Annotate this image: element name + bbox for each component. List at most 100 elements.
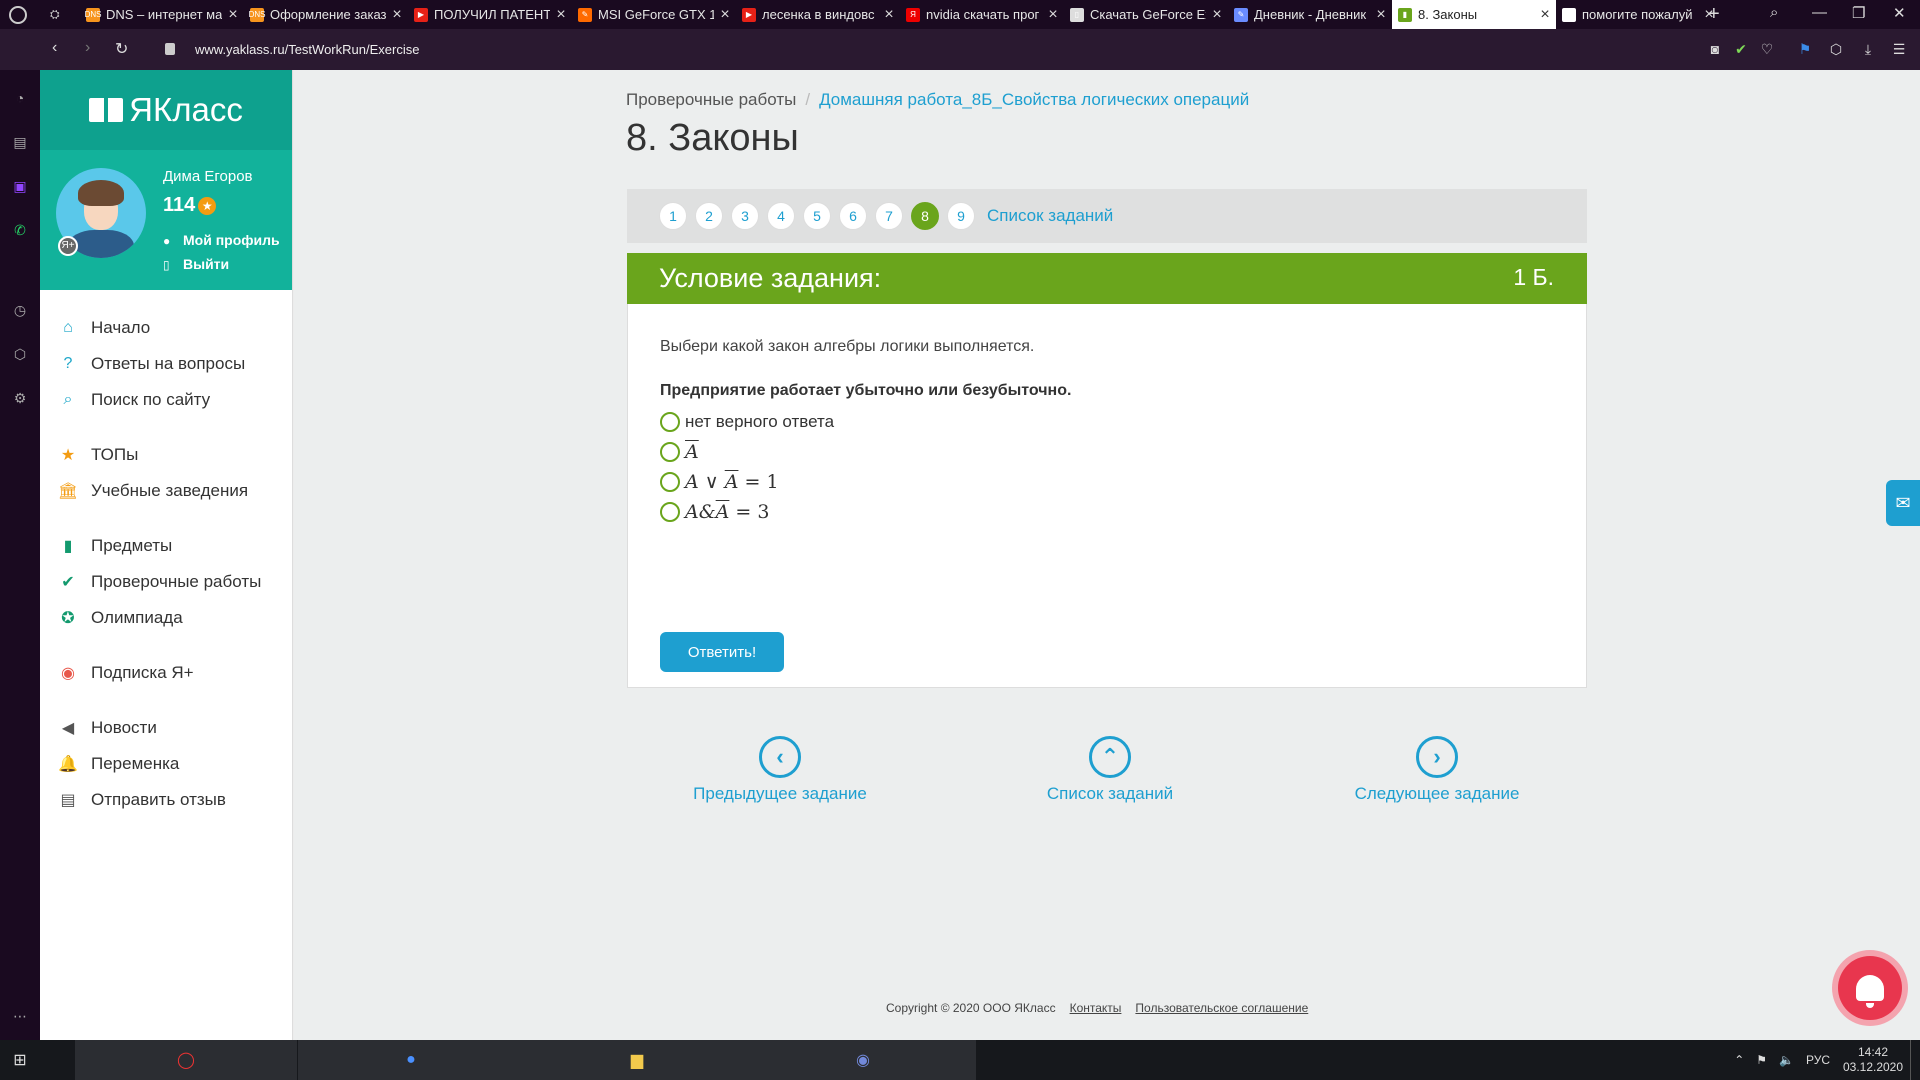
forward-icon[interactable]: › — [85, 39, 90, 57]
new-tab-button[interactable]: + — [1708, 3, 1720, 26]
shop-icon[interactable]: ▤ — [11, 134, 29, 152]
notification-bell-icon[interactable] — [1838, 956, 1902, 1020]
clock[interactable]: 14:42 03.12.2020 — [1842, 1045, 1904, 1075]
radio-button[interactable] — [660, 472, 680, 492]
radio-button[interactable] — [660, 502, 680, 522]
answer-option[interactable]: A ∨ A = 1 — [660, 471, 779, 493]
url-field[interactable]: www.yaklass.ru/TestWorkRun/Exercise — [195, 42, 419, 57]
twitch-icon[interactable]: ▣ — [11, 178, 29, 196]
radio-button[interactable] — [660, 442, 680, 462]
browser-tab[interactable]: Яnvidia скачать прог × — [900, 0, 1064, 29]
tab-close-icon[interactable]: × — [1042, 6, 1064, 24]
settings-icon[interactable]: ⚙ — [11, 390, 29, 408]
reload-icon[interactable]: ↻ — [115, 39, 128, 59]
page-number[interactable]: 5 — [803, 202, 831, 230]
logout-link[interactable]: ▯ Выйти — [163, 256, 229, 272]
contacts-link[interactable]: Контакты — [1070, 1001, 1122, 1015]
sidebar-item[interactable]: ◉ Подписка Я+ — [40, 655, 292, 691]
tab-close-icon[interactable]: × — [222, 6, 244, 24]
browser-tab[interactable]: ✎ MSI GeForce GTX 16 × — [572, 0, 736, 29]
breadcrumb-current[interactable]: Домашняя работа_8Б_Свойства логических о… — [819, 90, 1249, 109]
task-list-nav[interactable]: ⌃ Список заданий — [1010, 736, 1210, 804]
submit-answer-button[interactable]: Ответить! — [660, 632, 784, 672]
browser-tab[interactable]: ✎ Дневник - Дневник × — [1228, 0, 1392, 29]
sidebar-item[interactable]: 🔔 Переменка — [40, 746, 292, 782]
sidebar-item[interactable]: 🏛 Учебные заведения — [40, 473, 292, 509]
extensions-icon[interactable]: ⬡ — [11, 346, 29, 364]
agreement-link[interactable]: Пользовательское соглашение — [1135, 1001, 1308, 1015]
browser-tab[interactable]: ▮ 8. Законы × — [1392, 0, 1556, 29]
tab-close-icon[interactable]: × — [1370, 6, 1392, 24]
opera-taskbar-icon[interactable]: ◯ — [75, 1040, 297, 1080]
user-name[interactable]: Дима Егоров — [163, 168, 253, 185]
sidebar-item[interactable]: ⌕ Поиск по сайту — [40, 382, 292, 418]
tab-close-icon[interactable]: × — [714, 6, 736, 24]
page-number[interactable]: 7 — [875, 202, 903, 230]
breadcrumb-root[interactable]: Проверочные работы — [626, 90, 796, 109]
discord-taskbar-icon[interactable]: ◉ — [750, 1040, 976, 1080]
page-number[interactable]: 6 — [839, 202, 867, 230]
page-number[interactable]: 2 — [695, 202, 723, 230]
zoom-taskbar-icon[interactable]: ● — [298, 1040, 524, 1080]
sidebar-item[interactable]: ⌂ Начало — [40, 310, 292, 346]
close-window-button[interactable]: ✕ — [1893, 4, 1906, 22]
browser-tab[interactable]: DNS Оформление заказ × — [244, 0, 408, 29]
tab-close-icon[interactable]: × — [878, 6, 900, 24]
easy-setup-icon[interactable]: ☰ — [1891, 41, 1907, 57]
sidebar-item[interactable]: ✪ Олимпиада — [40, 600, 292, 636]
browser-tab[interactable]: ▶ лесенка в виндовс × — [736, 0, 900, 29]
heart-icon[interactable]: ♡ — [1759, 41, 1775, 57]
tab-close-icon[interactable]: × — [1206, 6, 1228, 24]
windows-start-icon[interactable]: ⊞ — [8, 1040, 32, 1080]
sidebar-item[interactable]: ◀ Новости — [40, 710, 292, 746]
flag-tray-icon[interactable]: ⚑ — [1756, 1053, 1767, 1067]
restore-button[interactable]: ❐ — [1852, 4, 1865, 22]
opera-menu-icon[interactable] — [9, 6, 27, 24]
flag-icon[interactable]: ⚑ — [1797, 41, 1813, 57]
page-number[interactable]: 4 — [767, 202, 795, 230]
page-number[interactable]: 1 — [659, 202, 687, 230]
radio-button[interactable] — [660, 412, 680, 432]
sidebar-item[interactable]: ? Ответы на вопросы — [40, 346, 292, 382]
sidebar-item[interactable]: ★ ТОПы — [40, 437, 292, 473]
profile-link[interactable]: ● Мой профиль — [163, 232, 280, 248]
answer-option[interactable]: нет верного ответа — [660, 412, 834, 432]
tab-close-icon[interactable]: × — [550, 6, 572, 24]
explorer-taskbar-icon[interactable]: ▆ — [524, 1040, 750, 1080]
answer-option[interactable]: A&A = 3 — [660, 501, 769, 523]
language-indicator[interactable]: РУС — [1806, 1053, 1830, 1067]
site-logo[interactable]: ЯКласс — [40, 70, 292, 150]
tab-close-icon[interactable]: × — [386, 6, 408, 24]
prev-task-nav[interactable]: ‹ Предыдущее задание — [680, 736, 880, 804]
sidebar-item[interactable]: ▮ Предметы — [40, 528, 292, 564]
browser-tab[interactable]: DNS DNS – интернет ма × — [80, 0, 244, 29]
mail-icon[interactable]: ✉ — [1886, 480, 1920, 526]
show-desktop-button[interactable] — [1910, 1040, 1920, 1080]
workspaces-icon[interactable]: ⛭ — [50, 8, 66, 20]
minimize-button[interactable]: — — [1812, 4, 1827, 21]
tray-expand-icon[interactable]: ⌃ — [1734, 1053, 1744, 1067]
more-icon[interactable]: ⋯ — [11, 1008, 29, 1026]
volume-icon[interactable]: 🔈 — [1779, 1053, 1794, 1067]
task-list-link[interactable]: Список заданий — [987, 206, 1113, 226]
next-task-nav[interactable]: › Следующее задание — [1337, 736, 1537, 804]
whatsapp-icon[interactable]: ✆ — [11, 222, 29, 240]
browser-tab[interactable]: ▯ Скачать GeForce Ex × — [1064, 0, 1228, 29]
download-icon[interactable]: ⤓ — [1860, 41, 1876, 57]
page-number[interactable]: 9 — [947, 202, 975, 230]
browser-tab[interactable]: з помогите пожалуй × — [1556, 0, 1720, 29]
box-icon[interactable]: ⬡ — [1828, 41, 1844, 57]
search-tabs-icon[interactable]: ⌕ — [1770, 4, 1778, 21]
snapshot-icon[interactable]: ◙ — [1707, 41, 1723, 57]
page-number[interactable]: 3 — [731, 202, 759, 230]
sidebar-item[interactable]: ▤ Отправить отзыв — [40, 782, 292, 818]
page-number[interactable]: 8 — [911, 202, 939, 230]
speed-dial-icon[interactable]: ◔ — [11, 90, 29, 108]
tab-close-icon[interactable]: × — [1534, 6, 1556, 24]
history-icon[interactable]: ◷ — [11, 302, 29, 320]
answer-option[interactable]: A — [660, 441, 699, 463]
sidebar-item[interactable]: ✔ Проверочные работы — [40, 564, 292, 600]
back-icon[interactable]: ‹ — [52, 39, 57, 57]
shield-icon[interactable]: ✔ — [1733, 41, 1749, 57]
browser-tab[interactable]: ▶ ПОЛУЧИЛ ПАТЕНТ × — [408, 0, 572, 29]
